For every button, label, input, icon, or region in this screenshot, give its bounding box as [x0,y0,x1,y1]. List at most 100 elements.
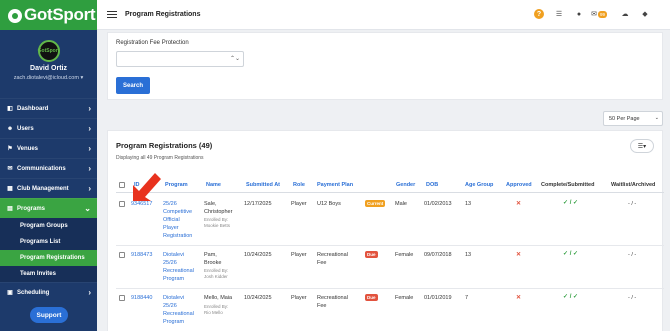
fee-protection-select[interactable]: ⌃⌄ [116,51,244,67]
chevron-down-icon: ⌃⌄ [229,56,240,62]
programs-icon: ▤ [7,206,13,212]
header-payment-plan[interactable]: Payment Plan [317,182,353,188]
program-link[interactable]: Diotalevi 25/26 Recreational Program [163,251,194,283]
header-complete-submitted: Complete/Submitted [541,182,595,188]
row-checkbox[interactable] [119,201,125,207]
header-approved[interactable]: Approved [506,182,532,188]
notification-badge: 99 [597,10,607,18]
logo[interactable]: GotSport [0,0,97,30]
header-age-group[interactable]: Age Group [465,182,493,188]
waitlist-archived: - / - [628,295,637,301]
complete-submitted-checks: ✓ / ✓ [563,251,579,257]
header-dob[interactable]: DOB [426,182,438,188]
header-submitted-at[interactable]: Submitted At [246,182,280,188]
enrolled-by: Enrolled By: Mookie Betts [204,217,231,228]
chevron-right-icon: › [88,288,91,297]
header-program[interactable]: Program [165,182,188,188]
mail-icon[interactable]: ✉ 99 [591,9,607,19]
dashboard-icon: ◧ [7,106,13,112]
submitted-at: 12/17/2025 [244,201,272,207]
user-icon[interactable]: ● [574,9,584,19]
sidebar-item-communications[interactable]: ✉ Communications › [0,158,97,178]
select-all-checkbox[interactable] [119,182,125,188]
header-gender[interactable]: Gender [396,182,415,188]
not-approved-icon[interactable]: ✕ [516,251,521,258]
row-divider [116,245,664,246]
chevron-right-icon: › [88,184,91,193]
sidebar-item-scheduling[interactable]: ▣ Scheduling › [0,282,97,302]
search-button[interactable]: Search [116,77,150,94]
sidebar-subitem-program-registrations[interactable]: Program Registrations [0,250,97,266]
users-icon: ☻ [6,125,14,132]
club-crest-icon[interactable]: ◆ [640,9,650,19]
avatar[interactable]: GotSport [37,40,60,62]
profile-email[interactable]: zach.diotalevi@icloud.com ▾ [0,75,97,81]
support-button[interactable]: Support [30,307,68,323]
header-role[interactable]: Role [293,182,305,188]
chevron-right-icon: › [88,164,91,173]
row-divider [116,288,664,289]
chat-icon[interactable]: ☁ [620,9,630,19]
logo-icon [8,9,22,23]
waitlist-archived: - / - [628,252,637,258]
chevron-right-icon: › [88,104,91,113]
gender: Female [395,252,414,258]
per-page-select[interactable]: 50 Per Page ⌄ [603,111,663,126]
sidebar-subitem-programs-list[interactable]: Programs List [0,234,97,250]
chevron-right-icon: › [88,124,91,133]
program-link[interactable]: Diotalevi 25/26 Recreational Program [163,294,194,326]
dob: 09/07/2018 [424,252,452,258]
filter-card: Registration Fee Protection ⌃⌄ Search [107,32,663,100]
gender: Male [395,201,407,207]
columns-icon: ☰▾ [637,143,647,150]
club-management-icon: ▦ [7,186,13,192]
status-badge: Current [365,200,386,207]
submitted-at: 10/24/2025 [244,252,272,258]
not-approved-icon[interactable]: ✕ [516,200,521,207]
menu-icon[interactable] [107,9,117,20]
sidebar-subitem-team-invites[interactable]: Team Invites [0,266,97,282]
complete-submitted-checks: ✓ / ✓ [563,200,579,206]
payment-plan: U12 Boys [317,201,341,207]
gender: Female [395,295,414,301]
profile-name: David Ortiz [30,65,67,72]
profile: GotSport David Ortiz zach.diotalevi@iclo… [0,30,97,98]
not-approved-icon[interactable]: ✕ [516,294,521,301]
help-icon[interactable]: ? [534,9,544,19]
sidebar-item-dashboard[interactable]: ◧ Dashboard › [0,98,97,118]
age-group: 13 [465,201,472,207]
complete-submitted-checks: ✓ / ✓ [563,294,579,300]
header-divider [116,192,664,193]
annotation-arrow-icon [133,173,161,201]
enrolled-by: Enrolled By: Josh Kidder [204,268,229,279]
page-title: Program Registrations [125,11,201,18]
sidebar: GotSport GotSport David Ortiz zach.diota… [0,0,97,331]
status-badge: Due [365,251,378,258]
sidebar-item-club-management[interactable]: ▦ Club Management › [0,178,97,198]
topbar-icons: ? ☰ ● ✉ 99 ☁ ◆ [524,9,650,19]
program-link[interactable]: 25/26 Competitive Official Player Registrati… [163,200,192,240]
row-checkbox[interactable] [119,295,125,301]
dob: 01/02/2013 [424,201,452,207]
sidebar-subitem-program-groups[interactable]: Program Groups [0,218,97,234]
row-checkbox[interactable] [119,252,125,258]
player-name: Pam, Brooke Enrolled By: Josh Kidder [204,252,229,279]
list-icon[interactable]: ☰ [554,9,564,19]
registrations-title: Program Registrations (49) [116,141,213,150]
venues-icon: ⚑ [7,146,13,152]
age-group: 13 [465,252,472,258]
status-badge: Due [365,294,378,301]
registration-id-link[interactable]: 9188473 [131,251,152,259]
communications-icon: ✉ [7,166,13,172]
topbar: Program Registrations ? ☰ ● ✉ 99 ☁ ◆ [97,0,670,30]
role: Player [291,295,307,301]
sidebar-item-programs[interactable]: ▤ Programs ⌄ [0,198,97,218]
role: Player [291,201,307,207]
chevron-down-icon: ⌄ [84,204,91,213]
settings-dropdown-button[interactable]: ☰▾ [630,139,654,153]
sidebar-item-venues[interactable]: ⚑ Venues › [0,138,97,158]
header-name[interactable]: Name [206,182,221,188]
sidebar-item-users[interactable]: ☻ Users › [0,118,97,138]
registration-id-link[interactable]: 9188440 [131,294,152,302]
header-waitlist-archived: Waitlist/Archived [611,182,656,188]
